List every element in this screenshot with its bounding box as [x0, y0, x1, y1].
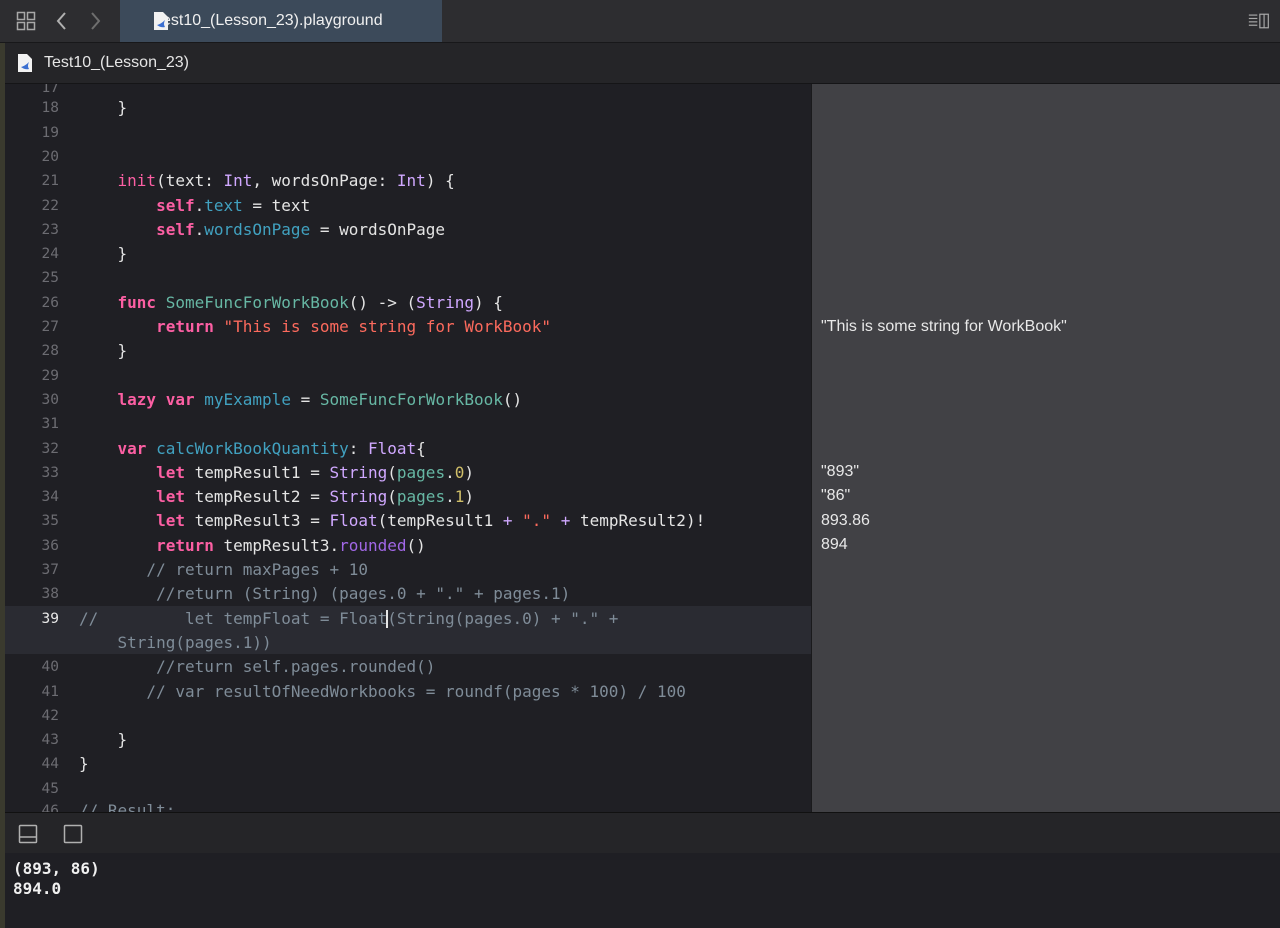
tab-label: Test10_(Lesson_23).playground — [154, 12, 383, 29]
code-line: 38 //return (String) (pages.0 + "." + pa… — [41, 584, 571, 604]
code-line: 34 let tempResult2 = String(pages.1) — [41, 487, 474, 507]
code-line: 18 } — [41, 98, 128, 118]
code-line: 44} — [41, 754, 89, 774]
code-line: 21 init(text: Int, wordsOnPage: Int) { — [41, 171, 455, 191]
swift-file-icon — [153, 11, 169, 36]
code-line: 28 } — [41, 341, 128, 361]
result-value[interactable]: 894 — [821, 535, 848, 555]
chevron-right-icon[interactable] — [84, 10, 106, 32]
code-line: 19 — [41, 124, 59, 141]
code-line: 33 let tempResult1 = String(pages.0) — [41, 462, 474, 482]
code-line: 40 //return self.pages.rounded() — [41, 657, 436, 677]
code-line: 22 self.text = text — [41, 195, 311, 215]
code-line-current: 39// let tempFloat = Float(String(pages.… — [41, 608, 619, 629]
result-value[interactable]: 893.86 — [821, 511, 870, 531]
results-sidebar: "This is some string for WorkBook" "893"… — [811, 84, 1280, 812]
console-line: (893, 86) — [13, 859, 100, 878]
result-value[interactable]: "893" — [821, 462, 859, 482]
code-line: 32 var calcWorkBookQuantity: Float{ — [41, 438, 426, 458]
code-line: 25 — [41, 270, 59, 287]
code-line: 23 self.wordsOnPage = wordsOnPage — [41, 219, 446, 239]
code-line: 36 return tempResult3.rounded() — [41, 535, 426, 555]
live-view-icon[interactable] — [63, 824, 83, 844]
console-line: 894.0 — [13, 879, 62, 898]
result-value[interactable]: "86" — [821, 486, 850, 506]
code-line: 42 — [41, 707, 59, 724]
code-editor[interactable]: 17 18 } 19 20 21 init(text: Int, wordsOn… — [5, 84, 811, 812]
code-line: 29 — [41, 367, 59, 384]
code-line: 46// Result: — [41, 801, 176, 812]
code-line: 41 // var resultOfNeedWorkbooks = roundf… — [41, 681, 686, 701]
inspector-toggle-icon[interactable] — [1248, 10, 1270, 32]
tab-bar: Test10_(Lesson_23).playground — [0, 0, 1280, 43]
chevron-left-icon[interactable] — [51, 10, 73, 32]
code-line: 35 let tempResult3 = Float(tempResult1 +… — [41, 511, 706, 531]
code-line: 20 — [41, 148, 59, 165]
code-line-wrapped: String(pages.1)) — [79, 632, 272, 652]
swift-file-icon — [17, 53, 33, 78]
code-line: 31 — [41, 416, 59, 433]
hide-debug-area-icon[interactable] — [18, 824, 38, 844]
code-line: 37 // return maxPages + 10 — [41, 560, 368, 579]
code-line: 43 } — [41, 730, 128, 750]
debug-bar — [5, 812, 1280, 854]
jump-bar: Test10_(Lesson_23) — [5, 43, 1280, 84]
code-line: 30 lazy var myExample = SomeFuncForWorkB… — [41, 389, 523, 409]
code-line: 27 return "This is some string for WorkB… — [41, 317, 552, 336]
code-line: 45 — [41, 780, 59, 797]
code-line: 24 } — [41, 244, 128, 264]
breadcrumb[interactable]: Test10_(Lesson_23) — [44, 54, 189, 72]
console-output[interactable]: (893, 86) 894.0 — [5, 853, 1280, 928]
code-line: 26 func SomeFuncForWorkBook() -> (String… — [41, 292, 503, 312]
grid-icon[interactable] — [15, 10, 37, 32]
result-value[interactable]: "This is some string for WorkBook" — [821, 317, 1067, 337]
tab-playground[interactable]: Test10_(Lesson_23).playground — [120, 0, 442, 42]
